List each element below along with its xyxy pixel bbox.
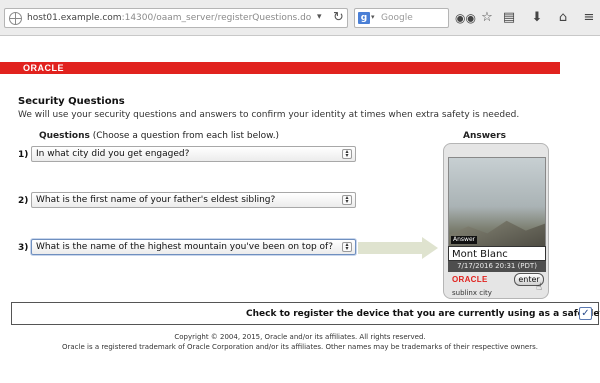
questions-label: Questions bbox=[39, 131, 90, 141]
question-select-1[interactable]: In what city did you get engaged? ▴ ▾ bbox=[31, 146, 356, 162]
device-caption: sublinx city bbox=[452, 289, 492, 297]
download-icon[interactable]: ⬇ bbox=[528, 9, 546, 27]
oracle-logo: ORACLE bbox=[23, 63, 64, 73]
footer-copyright: Copyright © 2004, 2015, Oracle and/or it… bbox=[174, 333, 426, 341]
home-icon[interactable]: ⌂ bbox=[554, 9, 572, 27]
register-device-row: Check to register the device that you ar… bbox=[11, 302, 600, 325]
device-timestamp: 7/17/2016 20:31 (PDT) bbox=[448, 261, 546, 272]
select-arrows-icon[interactable]: ▴ ▾ bbox=[342, 149, 352, 159]
answer-device-card: Answer Mont Blanc 7/17/2016 20:31 (PDT) … bbox=[443, 143, 549, 299]
register-device-label: Check to register the device that you ar… bbox=[246, 309, 600, 319]
mountain-image: Answer bbox=[448, 157, 546, 247]
google-icon[interactable]: g bbox=[358, 12, 370, 24]
questions-heading: Questions (Choose a question from each l… bbox=[39, 131, 279, 141]
url-bar[interactable]: host01.example.com:14300/oaam_server/reg… bbox=[4, 8, 348, 28]
search-placeholder: Google bbox=[381, 13, 413, 23]
bookmark-star-icon[interactable]: ☆ bbox=[478, 9, 496, 27]
question-number-2: 2) bbox=[18, 196, 29, 206]
footer-trademark: Oracle is a registered trademark of Orac… bbox=[62, 343, 538, 351]
binoculars-icon[interactable]: ◉◉ bbox=[455, 9, 476, 27]
question-select-1-value: In what city did you get engaged? bbox=[36, 149, 190, 159]
register-device-checkbox[interactable]: ✓ bbox=[579, 307, 592, 320]
question-select-2[interactable]: What is the first name of your father's … bbox=[31, 192, 356, 208]
hand-cursor-icon: ☝ bbox=[536, 282, 543, 293]
page-subtitle: We will use your security questions and … bbox=[18, 110, 520, 120]
device-oracle-logo: ORACLE bbox=[452, 275, 488, 284]
answer-value: Mont Blanc bbox=[452, 249, 508, 260]
answer-tag: Answer bbox=[451, 236, 478, 244]
answer-input[interactable]: Mont Blanc bbox=[448, 246, 546, 261]
browser-toolbar: host01.example.com:14300/oaam_server/reg… bbox=[0, 0, 600, 36]
url-text[interactable]: host01.example.com:14300/oaam_server/reg… bbox=[27, 13, 311, 23]
bookmarks-list-icon[interactable]: ▤ bbox=[500, 9, 518, 27]
question-number-3: 3) bbox=[18, 243, 29, 253]
search-engine-dropdown-icon[interactable]: ▾ bbox=[371, 13, 375, 21]
question-select-3-value: What is the name of the highest mountain… bbox=[36, 242, 333, 252]
answers-heading: Answers bbox=[463, 131, 506, 141]
search-bar[interactable]: g ▾ Google bbox=[354, 8, 449, 28]
url-path: :14300/oaam_server/registerQuestions.do bbox=[121, 13, 312, 23]
select-arrows-icon[interactable]: ▴ ▾ bbox=[342, 195, 352, 205]
question-select-2-value: What is the first name of your father's … bbox=[36, 195, 276, 205]
url-host: host01.example.com bbox=[27, 13, 122, 23]
menu-icon[interactable]: ≡ bbox=[580, 9, 598, 27]
oracle-header-band: ORACLE bbox=[0, 62, 560, 74]
url-dropdown-icon[interactable]: ▾ bbox=[317, 12, 322, 22]
question-number-1: 1) bbox=[18, 150, 29, 160]
question-select-3[interactable]: What is the name of the highest mountain… bbox=[31, 239, 356, 255]
page-title: Security Questions bbox=[18, 96, 125, 107]
reload-icon[interactable]: ↻ bbox=[333, 10, 344, 25]
pointer-arrow-icon bbox=[358, 237, 438, 259]
select-arrows-icon[interactable]: ▴ ▾ bbox=[342, 242, 352, 252]
globe-icon bbox=[9, 12, 22, 25]
questions-hint: (Choose a question from each list below.… bbox=[92, 131, 280, 141]
